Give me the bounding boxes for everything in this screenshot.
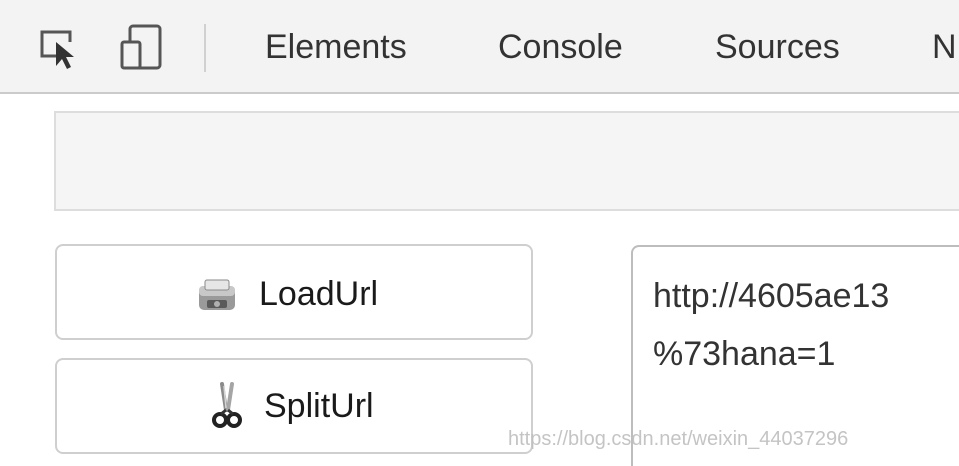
- tab-elements[interactable]: Elements: [265, 24, 407, 70]
- tab-sources[interactable]: Sources: [715, 24, 840, 70]
- top-panel: [54, 111, 959, 211]
- tab-console[interactable]: Console: [498, 24, 623, 70]
- toolbar-separator: [204, 24, 206, 72]
- load-url-label: LoadUrl: [259, 275, 379, 313]
- split-url-label: SplitUrl: [264, 387, 374, 425]
- inspect-element-icon[interactable]: [34, 22, 84, 72]
- tab-network[interactable]: N: [932, 24, 957, 70]
- split-url-button[interactable]: SplitUrl: [55, 358, 533, 454]
- devtools-window: Elements Console Sources N LoadUrl Split…: [0, 0, 959, 466]
- devtools-toolbar: Elements Console Sources N: [0, 0, 959, 94]
- load-url-button[interactable]: LoadUrl: [55, 244, 533, 340]
- watermark: https://blog.csdn.net/weixin_44037296: [508, 428, 849, 450]
- load-url-icon: [197, 274, 237, 318]
- url-text-line-2: %73hana=1: [653, 335, 836, 373]
- url-text-line-1: http://4605ae13: [653, 277, 890, 315]
- scissors-icon: [207, 382, 247, 428]
- device-toolbar-icon[interactable]: [116, 22, 166, 72]
